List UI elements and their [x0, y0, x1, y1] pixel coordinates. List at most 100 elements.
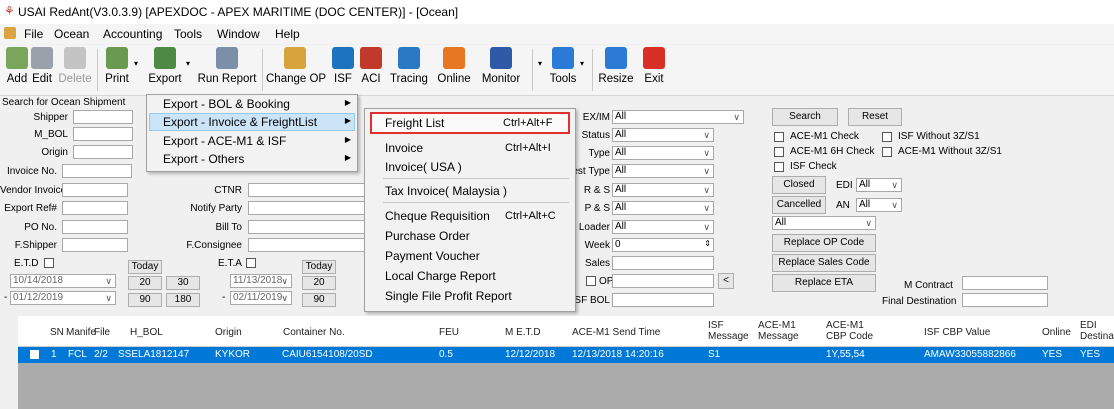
sf-bol-field[interactable] — [612, 293, 714, 307]
col-feu[interactable]: FEU — [439, 327, 459, 338]
ctnr-field[interactable] — [248, 183, 368, 197]
change-op-button[interactable]: Change OP — [266, 47, 326, 85]
origin-field[interactable] — [73, 145, 133, 159]
eta-to-date[interactable]: 02/11/2019 ∨ — [230, 291, 292, 305]
isf-button[interactable]: ISF — [331, 47, 355, 85]
submenu-tax-invoice-malaysia[interactable]: Tax Invoice( Malaysia ) — [385, 184, 507, 198]
eta-20-button[interactable]: 20 — [302, 276, 336, 290]
submenu-invoice[interactable]: Invoice — [385, 141, 423, 155]
submenu-local-charge-report[interactable]: Local Charge Report — [385, 269, 496, 283]
sales-field[interactable] — [612, 256, 714, 270]
loader-select[interactable]: All ∨ — [612, 220, 714, 234]
etd-from-date[interactable]: 10/14/2018 ∨ — [10, 274, 116, 288]
aci-button[interactable]: ACI — [358, 47, 384, 85]
submenu-payment-voucher[interactable]: Payment Voucher — [385, 249, 480, 263]
col-online[interactable]: Online — [1042, 327, 1071, 338]
rs-select[interactable]: All ∨ — [612, 183, 714, 197]
submenu-single-file-profit-report[interactable]: Single File Profit Report — [385, 289, 512, 303]
col-ace-m1-send-time[interactable]: ACE-M1 Send Time — [572, 327, 660, 338]
mbol-field[interactable] — [73, 127, 133, 141]
search-button[interactable]: Search — [772, 108, 838, 126]
op-field[interactable] — [612, 274, 714, 288]
print-button[interactable]: Print — [102, 47, 132, 85]
menu-item-others[interactable]: Export - Others — [163, 152, 244, 166]
notify-party-field[interactable] — [248, 201, 368, 215]
vendor-invoice-field[interactable] — [62, 183, 128, 197]
edi-select[interactable]: All ∨ — [856, 178, 902, 192]
menu-accounting[interactable]: Accounting — [103, 27, 162, 41]
exim-select[interactable]: All ∨ — [612, 110, 744, 124]
etd-checkbox[interactable] — [44, 258, 54, 268]
submenu-invoice-usa[interactable]: Invoice( USA ) — [385, 160, 462, 174]
col-ace-m1-message[interactable]: ACE-M1 Message — [758, 320, 799, 342]
fconsignee-field[interactable] — [248, 238, 368, 252]
category-select[interactable]: All ∨ — [772, 216, 876, 230]
col-container-no[interactable]: Container No. — [283, 327, 345, 338]
delete-button[interactable]: Delete — [57, 47, 93, 85]
submenu-freight-list[interactable]: Freight List — [385, 116, 444, 130]
menu-help[interactable]: Help — [275, 27, 300, 41]
fshipper-field[interactable] — [62, 238, 128, 252]
invoice-no-field[interactable] — [62, 164, 132, 178]
isf-without-checkbox[interactable] — [882, 132, 892, 142]
week-field[interactable]: 0 ⇕ — [612, 238, 714, 252]
eta-checkbox[interactable] — [246, 258, 256, 268]
col-origin[interactable]: Origin — [215, 327, 242, 338]
menu-tools[interactable]: Tools — [174, 27, 202, 41]
ps-select[interactable]: All ∨ — [612, 201, 714, 215]
op-checkbox[interactable] — [586, 276, 596, 286]
cancelled-button[interactable]: Cancelled — [772, 196, 826, 214]
col-edi-destination[interactable]: EDI Destinatio — [1080, 320, 1114, 342]
ace-m1-without-checkbox[interactable] — [882, 147, 892, 157]
replace-op-code-button[interactable]: Replace OP Code — [772, 234, 876, 252]
tracing-button[interactable]: Tracing — [387, 47, 431, 85]
col-metd[interactable]: M E.T.D — [505, 327, 541, 338]
monitor-button[interactable]: Monitor — [476, 47, 526, 85]
shipper-field[interactable] — [73, 110, 133, 124]
menu-item-bol-booking[interactable]: Export - BOL & Booking — [163, 97, 290, 111]
print-dropdown-icon[interactable]: ▾ — [134, 59, 138, 68]
tools-more-icon[interactable]: ▾ — [580, 59, 584, 68]
export-dropdown-icon[interactable]: ▾ — [186, 59, 190, 68]
final-destination-field[interactable] — [962, 293, 1048, 307]
ace-m1-check-checkbox[interactable] — [774, 132, 784, 142]
export-ref-field[interactable] — [62, 201, 128, 215]
col-hbol[interactable]: H_BOL — [130, 327, 163, 338]
col-isf-message[interactable]: ISF Message — [708, 320, 749, 342]
etd-180-button[interactable]: 180 — [166, 293, 200, 307]
export-button[interactable]: Export — [146, 47, 184, 85]
edit-button[interactable]: Edit — [29, 47, 55, 85]
online-button[interactable]: Online — [434, 47, 474, 85]
spinner-icon[interactable]: ⇕ — [704, 239, 711, 250]
submenu-purchase-order[interactable]: Purchase Order — [385, 229, 470, 243]
menu-item-invoice-freightlist[interactable]: Export - Invoice & FreightList — [163, 115, 317, 129]
etd-to-date[interactable]: 01/12/2019 ∨ — [10, 291, 116, 305]
closed-button[interactable]: Closed — [772, 176, 826, 194]
exit-button[interactable]: Exit — [640, 47, 668, 85]
add-button[interactable]: Add — [4, 47, 30, 85]
etd-30-button[interactable]: 30 — [166, 276, 200, 290]
submenu-cheque-requisition[interactable]: Cheque Requisition — [385, 209, 490, 223]
menu-ocean[interactable]: Ocean — [54, 27, 89, 41]
table-row[interactable]: 1 FCL 2/2 SSELA1812147 KYKOR CAIU6154108… — [18, 347, 1114, 363]
bill-to-field[interactable] — [248, 220, 368, 234]
col-manife[interactable]: Manife — [66, 327, 96, 338]
replace-eta-button[interactable]: Replace ETA — [772, 274, 876, 292]
an-select[interactable]: All ∨ — [856, 198, 902, 212]
row-checkbox[interactable] — [30, 350, 39, 359]
status-select[interactable]: All ∨ — [612, 128, 714, 142]
run-report-button[interactable]: Run Report — [196, 47, 258, 85]
resize-button[interactable]: Resize — [596, 47, 636, 85]
ace-m1-6h-checkbox[interactable] — [774, 147, 784, 157]
eta-today-button[interactable]: Today — [302, 260, 336, 274]
reset-button[interactable]: Reset — [848, 108, 902, 126]
est-type-select[interactable]: All ∨ — [612, 164, 714, 178]
col-isf-cbp-value[interactable]: ISF CBP Value — [924, 327, 990, 338]
menu-item-ace-m1-isf[interactable]: Export - ACE-M1 & ISF — [163, 134, 286, 148]
m-contract-field[interactable] — [962, 276, 1048, 290]
etd-90-button[interactable]: 90 — [128, 293, 162, 307]
eta-90-button[interactable]: 90 — [302, 293, 336, 307]
po-no-field[interactable] — [62, 220, 128, 234]
eta-from-date[interactable]: 11/13/2018 ∨ — [230, 274, 292, 288]
col-sn[interactable]: SN — [50, 327, 64, 338]
